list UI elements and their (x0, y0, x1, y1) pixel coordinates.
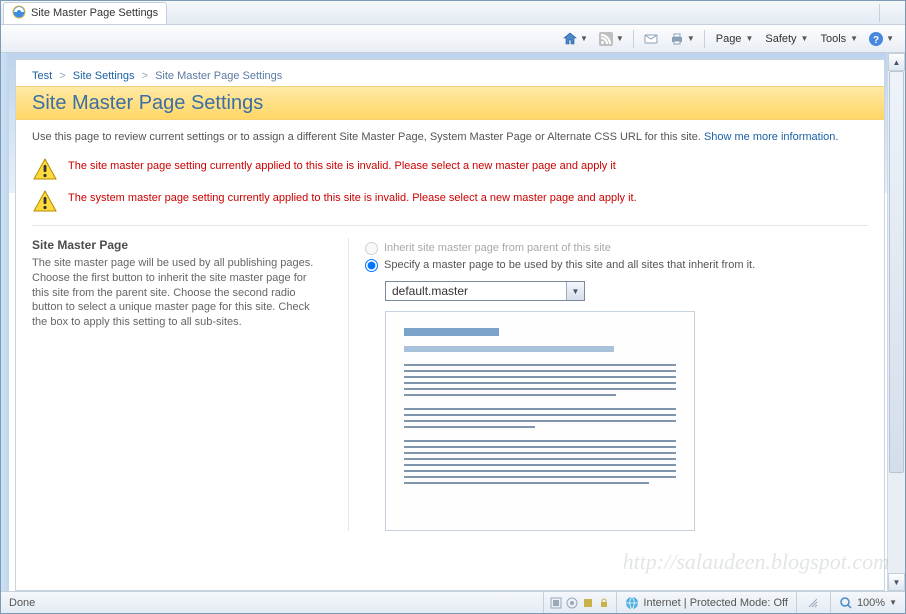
page-body: Test > Site Settings > Site Master Page … (15, 59, 885, 591)
addon-icon (582, 597, 594, 609)
option-specify[interactable]: Specify a master page to be used by this… (365, 258, 868, 272)
warning-icon (32, 157, 58, 183)
warning-icon (32, 189, 58, 215)
scroll-down-button[interactable]: ▼ (888, 573, 905, 591)
chevron-down-icon[interactable]: ▼ (566, 282, 584, 300)
feeds-button[interactable]: ▼ (594, 28, 628, 50)
show-more-info-link[interactable]: Show me more information. (704, 131, 839, 143)
status-bar: Done Internet | Protected Mode: Off 100%… (1, 591, 905, 613)
section-title: Site Master Page (32, 238, 322, 252)
scroll-thumb[interactable] (889, 71, 904, 473)
lock-icon (598, 597, 610, 609)
radio-specify[interactable] (365, 259, 378, 272)
resize-grip[interactable] (797, 592, 831, 613)
command-bar: ▼ ▼ ▼ Page▼ Safety▼ Tools▼ ?▼ (1, 25, 905, 53)
section-site-master-page: Site Master Page The site master page wi… (16, 232, 884, 532)
safety-menu[interactable]: Safety▼ (759, 28, 812, 50)
browser-tab[interactable]: Site Master Page Settings (3, 2, 167, 24)
grip-icon (807, 597, 819, 609)
titlebar: Site Master Page Settings (1, 1, 905, 25)
print-button[interactable]: ▼ (665, 28, 699, 50)
section-body: The site master page will be used by all… (32, 256, 322, 330)
status-icons (543, 592, 617, 613)
page-menu[interactable]: Page▼ (710, 28, 758, 50)
ie-favicon (12, 5, 26, 22)
svg-text:?: ? (873, 35, 879, 46)
warning-site-master: The site master page setting currently a… (32, 157, 868, 183)
content-frame: Test > Site Settings > Site Master Page … (1, 53, 905, 591)
globe-icon (625, 596, 639, 610)
crumb-site-settings[interactable]: Site Settings (73, 70, 135, 82)
master-page-preview (385, 311, 695, 531)
popup-blocker-icon (550, 597, 562, 609)
zoom-icon (839, 596, 853, 610)
mail-button[interactable] (639, 28, 663, 50)
zone-cell[interactable]: Internet | Protected Mode: Off (617, 592, 797, 613)
titlebar-grip (879, 4, 903, 22)
left-gutter (1, 53, 9, 591)
breadcrumb: Test > Site Settings > Site Master Page … (16, 60, 884, 82)
master-page-select[interactable]: default.master ▼ (385, 281, 585, 301)
radio-inherit (365, 242, 378, 255)
scrollbar-vertical[interactable]: ▲ ▼ (887, 53, 905, 591)
privacy-icon (566, 597, 578, 609)
option-inherit[interactable]: Inherit site master page from parent of … (365, 241, 868, 255)
crumb-test[interactable]: Test (32, 70, 52, 82)
tab-title: Site Master Page Settings (31, 7, 158, 19)
tools-menu[interactable]: Tools▼ (814, 28, 862, 50)
scroll-up-button[interactable]: ▲ (888, 53, 905, 71)
page-title: Site Master Page Settings (32, 92, 263, 115)
zoom-cell[interactable]: 100%▼ (831, 592, 905, 613)
status-text: Done (1, 592, 61, 613)
page-description: Use this page to review current settings… (16, 120, 884, 145)
page-header: Site Master Page Settings (16, 86, 884, 120)
help-button[interactable]: ?▼ (864, 28, 898, 50)
home-button[interactable]: ▼ (558, 28, 592, 50)
crumb-current: Site Master Page Settings (155, 70, 282, 82)
warning-system-master: The system master page setting currently… (32, 189, 868, 215)
